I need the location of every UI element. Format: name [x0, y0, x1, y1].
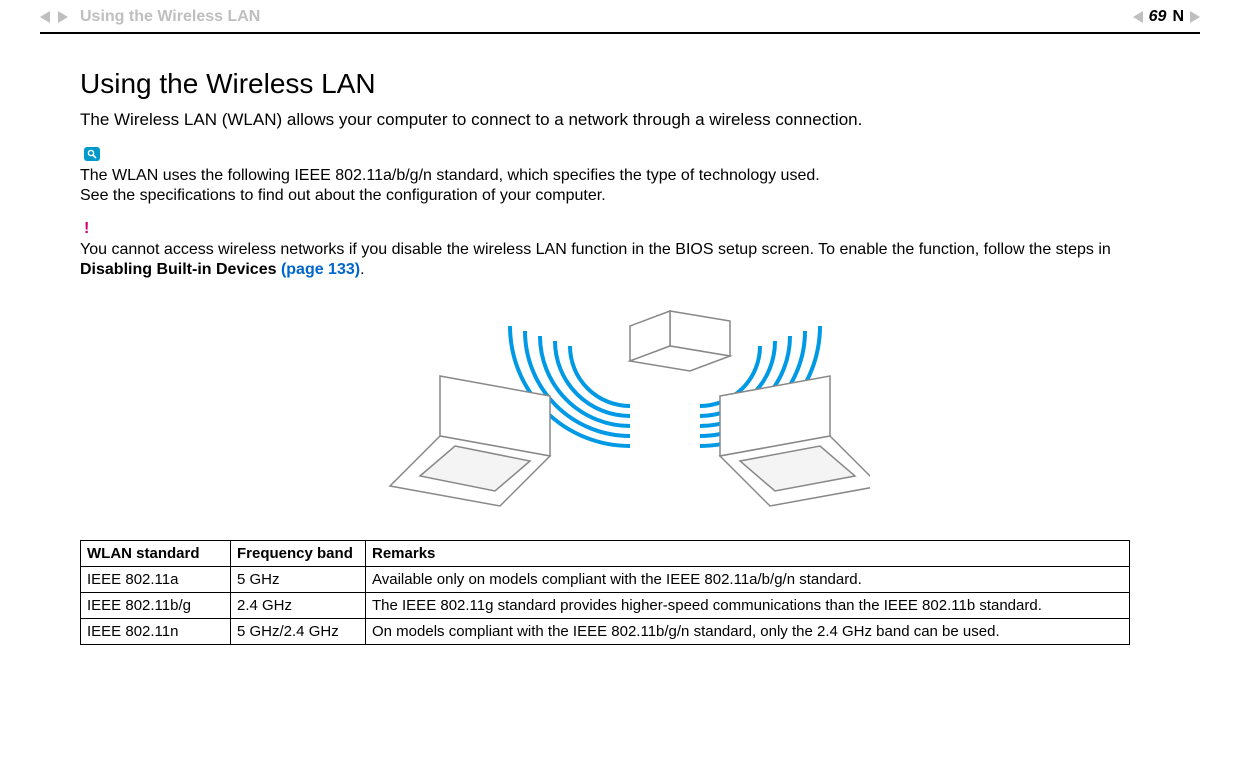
col-header-remarks: Remarks: [366, 541, 1130, 567]
document-header: Using the Wireless LAN 69 N: [40, 6, 1200, 28]
cell-remark: The IEEE 802.11g standard provides highe…: [366, 593, 1130, 619]
warning-text-prefix: You cannot access wireless networks if y…: [80, 241, 1111, 258]
table-row: IEEE 802.11a 5 GHz Available only on mod…: [81, 567, 1130, 593]
table-header-row: WLAN standard Frequency band Remarks: [81, 541, 1130, 567]
wlan-illustration: [80, 306, 1160, 516]
running-title: Using the Wireless LAN: [80, 8, 260, 26]
intro-paragraph: The Wireless LAN (WLAN) allows your comp…: [80, 110, 1160, 130]
note-line-1: The WLAN uses the following IEEE 802.11a…: [80, 167, 820, 184]
page-number: 69: [1149, 8, 1167, 26]
cell-remark: Available only on models compliant with …: [366, 567, 1130, 593]
nav-back-icon[interactable]: [1133, 11, 1143, 23]
wlan-standards-table: WLAN standard Frequency band Remarks IEE…: [80, 540, 1130, 645]
cell-band: 5 GHz/2.4 GHz: [231, 619, 366, 645]
info-note: The WLAN uses the following IEEE 802.11a…: [80, 146, 1160, 206]
cell-standard: IEEE 802.11a: [81, 567, 231, 593]
cell-standard: IEEE 802.11b/g: [81, 593, 231, 619]
col-header-band: Frequency band: [231, 541, 366, 567]
magnifier-icon: [84, 147, 100, 161]
cell-remark: On models compliant with the IEEE 802.11…: [366, 619, 1130, 645]
nav-forward-icon[interactable]: [1190, 11, 1200, 23]
col-header-standard: WLAN standard: [81, 541, 231, 567]
nav-next-icon[interactable]: [58, 11, 68, 23]
exclamation-icon: !: [84, 220, 89, 237]
warning-note: ! You cannot access wireless networks if…: [80, 220, 1160, 280]
page-link[interactable]: (page 133): [281, 261, 360, 278]
cell-standard: IEEE 802.11n: [81, 619, 231, 645]
cell-band: 5 GHz: [231, 567, 366, 593]
table-row: IEEE 802.11n 5 GHz/2.4 GHz On models com…: [81, 619, 1130, 645]
note-line-2: See the specifications to find out about…: [80, 187, 606, 204]
cell-band: 2.4 GHz: [231, 593, 366, 619]
table-row: IEEE 802.11b/g 2.4 GHz The IEEE 802.11g …: [81, 593, 1130, 619]
nav-prev-icon[interactable]: [40, 11, 50, 23]
warning-bold: Disabling Built-in Devices: [80, 261, 281, 278]
header-letter: N: [1172, 8, 1184, 26]
warning-suffix: .: [360, 261, 364, 278]
section-title: Using the Wireless LAN: [80, 68, 1160, 100]
